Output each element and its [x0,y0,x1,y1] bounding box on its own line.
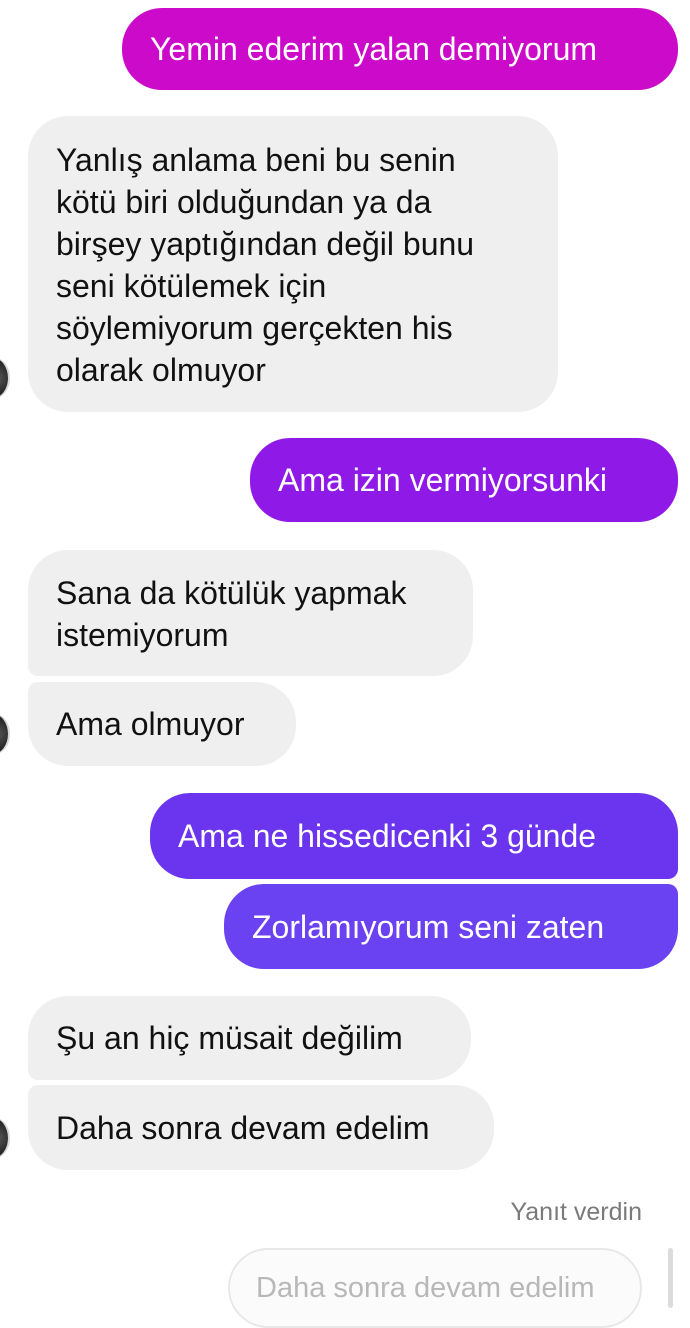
avatar-icon[interactable] [0,358,8,398]
message-line: seni kötülemek için [56,268,327,304]
message-text: Ama ne hissedicenki 3 günde [178,818,597,854]
message-text: Zorlamıyorum seni zaten [252,908,605,945]
incoming-message-bubble[interactable]: Sana da kötülük yapmak istemiyorum [28,550,473,676]
incoming-message-bubble[interactable]: Yanlış anlama beni bu senin kötü biri ol… [28,116,558,412]
outgoing-message-bubble[interactable]: Ama ne hissedicenki 3 günde [150,793,678,879]
incoming-message-bubble[interactable]: Ama olmuyor [28,682,296,766]
message-text: Ama olmuyor [56,706,245,742]
incoming-message-bubble[interactable]: Daha sonra devam edelim [28,1085,494,1170]
avatar-icon[interactable] [0,1118,8,1158]
replied-status-label: Yanıt verdin [510,1198,642,1226]
message-text: Daha sonra devam edelim [56,1109,430,1146]
outgoing-message-bubble[interactable]: Ama izin vermiyorsunki [250,438,678,522]
message-text: Şu an hiç müsait değilim [56,1020,403,1056]
message-line: olarak olmuyor [56,352,266,388]
outgoing-message-bubble[interactable]: Zorlamıyorum seni zaten [224,884,678,969]
message-line: söylemiyorum gerçekten his [56,310,453,346]
message-line: istemiyorum [56,617,229,653]
message-line: Sana da kötülük yapmak [56,575,407,611]
outgoing-message-bubble[interactable]: Yemin ederim yalan demiyorum [122,8,678,90]
message-line: Yanlış anlama beni bu senin [56,142,456,178]
avatar-icon[interactable] [0,714,8,754]
reply-quoted-message[interactable]: Daha sonra devam edelim [228,1248,642,1328]
message-text: Yemin ederim yalan demiyorum [150,31,598,67]
message-line: kötü biri olduğundan ya da [56,184,432,220]
incoming-message-bubble[interactable]: Şu an hiç müsait değilim [28,996,471,1080]
reply-indicator-bar [668,1248,673,1308]
reply-quoted-text: Daha sonra devam edelim [256,1272,595,1304]
message-text: Ama izin vermiyorsunki [278,462,607,498]
message-line: birşey yaptığından değil bunu [56,226,475,262]
